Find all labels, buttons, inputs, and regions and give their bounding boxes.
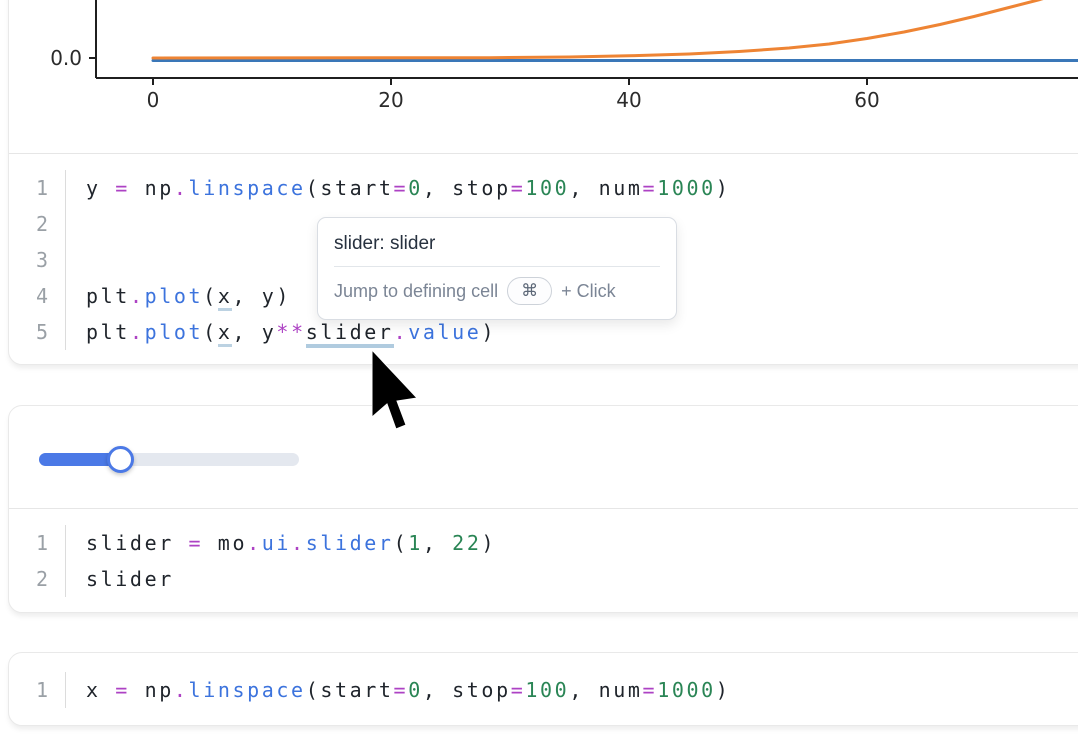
line-number-gutter: 12345 bbox=[9, 170, 66, 350]
click-hint-label: + Click bbox=[561, 281, 616, 302]
command-key-pill: ⌘ bbox=[507, 277, 552, 305]
x-tick-label: 20 bbox=[378, 88, 403, 112]
code-lines[interactable]: slider = mo.ui.slider(1, 22)slider bbox=[66, 525, 496, 597]
code-editor-slider: 12 slider = mo.ui.slider(1, 22)slider bbox=[9, 508, 1078, 597]
x-tick-label: 0 bbox=[147, 88, 160, 112]
slider-track[interactable] bbox=[39, 453, 299, 466]
code-editor-x: 1 x = np.linspace(start=0, stop=100, num… bbox=[9, 653, 1078, 708]
slider-handle[interactable] bbox=[107, 446, 134, 473]
line-number-gutter: 1 bbox=[9, 672, 66, 708]
y-tick-label: 0.0 bbox=[50, 46, 82, 70]
cell-slider: 12 slider = mo.ui.slider(1, 22)slider bbox=[8, 405, 1078, 613]
chart-output: 0.0 0 20 40 60 bbox=[9, 0, 1078, 153]
line-number-gutter: 12 bbox=[9, 525, 66, 597]
cell-x-definition: 1 x = np.linspace(start=0, stop=100, num… bbox=[8, 652, 1078, 726]
x-tick-label: 40 bbox=[616, 88, 641, 112]
x-tick-label: 60 bbox=[854, 88, 879, 112]
tooltip-title: slider: slider bbox=[318, 218, 676, 266]
variable-tooltip: slider: slider Jump to defining cell ⌘ +… bbox=[317, 217, 677, 320]
series-orange-line bbox=[153, 0, 1078, 58]
code-lines[interactable]: x = np.linspace(start=0, stop=100, num=1… bbox=[66, 672, 730, 708]
tooltip-action-row: Jump to defining cell ⌘ + Click bbox=[318, 267, 676, 319]
matplotlib-line-chart: 0.0 0 20 40 60 bbox=[9, 0, 1078, 153]
slider-output bbox=[9, 406, 1078, 508]
notebook-page: 0.0 0 20 40 60 12345 y = np.linspace(sta… bbox=[0, 0, 1078, 746]
mouse-cursor-icon bbox=[372, 350, 420, 432]
jump-to-cell-label: Jump to defining cell bbox=[334, 281, 498, 302]
command-key-icon: ⌘ bbox=[521, 281, 538, 301]
